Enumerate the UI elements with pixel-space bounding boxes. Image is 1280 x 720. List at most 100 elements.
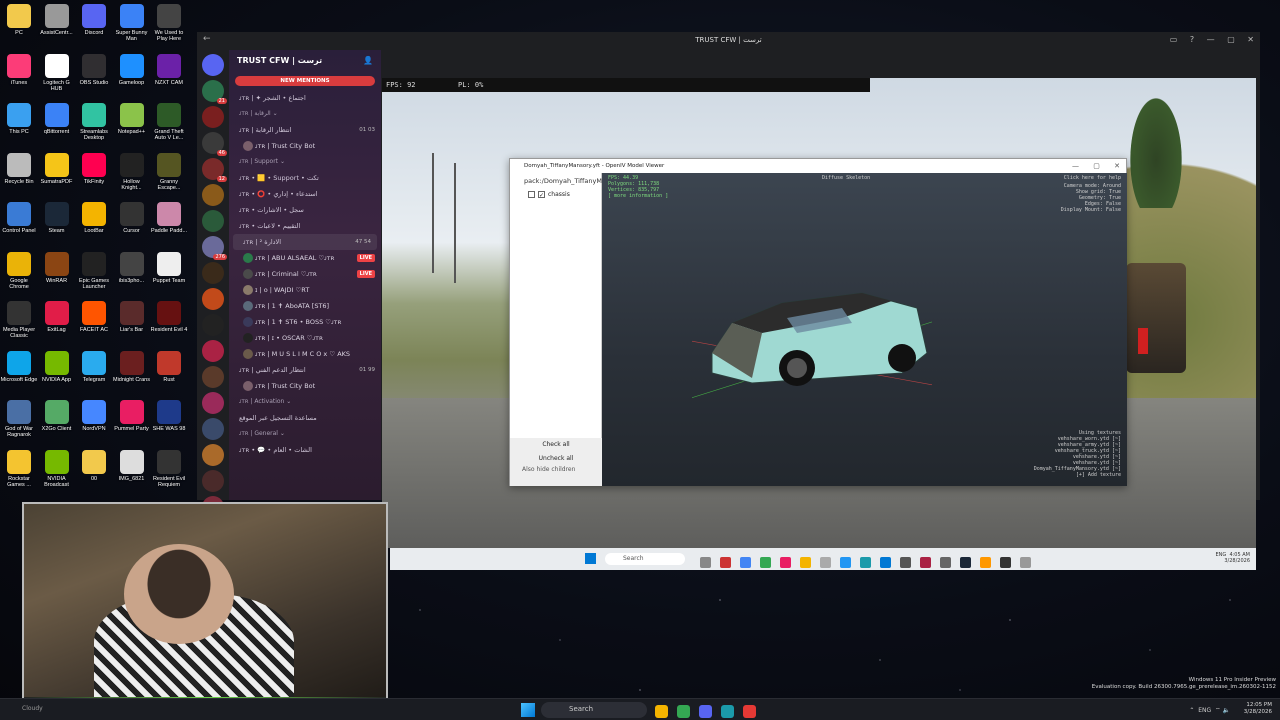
pinned-app-icon[interactable] xyxy=(743,705,756,718)
voice-user[interactable]: ᴊᴛʀ | ɪ • OSCAR ♡ᴊᴛʀ xyxy=(229,330,381,346)
server-icon[interactable] xyxy=(202,314,224,336)
channel-item[interactable]: مساعدة التسجيل عبر الموقع xyxy=(229,410,381,426)
channel-item[interactable]: ᴊᴛʀ • 💬 • الشات • العام xyxy=(229,442,381,458)
tray-lang[interactable]: ENG xyxy=(1198,707,1211,714)
channel-item[interactable]: ᴊᴛʀ • سجل • الاشارات xyxy=(229,202,381,218)
pinned-app-icon[interactable] xyxy=(699,705,712,718)
desktop-icon[interactable]: Microsoft Edge xyxy=(0,350,38,383)
app-icon[interactable] xyxy=(880,557,891,568)
desktop-icon[interactable]: Liar's Bar xyxy=(113,301,151,333)
weather-widget[interactable]: Cloudy xyxy=(22,705,43,712)
app-icon[interactable] xyxy=(700,557,711,568)
desktop-icon[interactable]: Google Chrome xyxy=(0,251,38,290)
model-viewport[interactable]: FPS: 44.39 Polygons: 111,738 Vertices: 835… xyxy=(602,173,1127,486)
help-link[interactable]: Click here for help xyxy=(1064,175,1121,181)
desktop-icon[interactable]: NordVPN xyxy=(75,400,113,432)
desktop-icon[interactable]: Hollow Knight... xyxy=(113,152,151,191)
channel-category[interactable]: ᴊᴛʀ | Support ⌄ xyxy=(229,154,381,170)
new-mentions-pill[interactable]: NEW MENTIONS xyxy=(235,76,375,86)
desktop-icon[interactable]: X2Go Client xyxy=(38,400,76,432)
also-hide-children-checkbox[interactable]: Also hide children xyxy=(510,466,602,473)
server-icon[interactable] xyxy=(202,210,224,232)
pinned-app-icon[interactable] xyxy=(655,705,668,718)
desktop-icon[interactable]: 00 xyxy=(75,449,113,482)
server-icon[interactable] xyxy=(202,54,224,76)
voice-user[interactable]: ᴊᴛʀ | M U S L I M C O x ♡ AKS xyxy=(229,346,381,362)
desktop-icon[interactable]: Grand Theft Auto V Le... xyxy=(150,103,188,141)
pinned-app-icon[interactable] xyxy=(677,705,690,718)
server-icon[interactable]: 21 xyxy=(202,80,227,104)
desktop-icon[interactable]: Rust xyxy=(150,350,188,383)
app-icon[interactable] xyxy=(860,557,871,568)
chevron-up-icon[interactable]: ⌃ xyxy=(1189,707,1194,714)
desktop-icon[interactable]: qBittorrent xyxy=(38,103,76,135)
desktop-icon[interactable]: Logitech G HUB xyxy=(38,53,76,92)
desktop-icon[interactable]: Super Bunny Man xyxy=(113,4,151,42)
captured-search-box[interactable]: Search xyxy=(605,553,685,565)
close-button[interactable]: ✕ xyxy=(1114,162,1120,170)
voice-user[interactable]: ᴊᴛʀ | Trust City Bot xyxy=(229,378,381,394)
maximize-button[interactable]: ▢ xyxy=(1227,35,1235,44)
desktop-icon[interactable]: We Used to Play Here xyxy=(150,4,188,42)
desktop-icon[interactable]: PC xyxy=(0,4,38,36)
desktop-icon[interactable]: Telegram xyxy=(75,350,113,383)
app-icon[interactable] xyxy=(1000,557,1011,568)
server-icon[interactable] xyxy=(202,470,224,492)
desktop-icon[interactable]: Epic Games Launcher xyxy=(75,251,113,290)
desktop-icon[interactable]: Discord xyxy=(75,4,113,36)
desktop-icon[interactable]: NZXT CAM xyxy=(150,53,188,86)
server-icon[interactable] xyxy=(202,418,224,440)
expand-icon[interactable] xyxy=(528,191,535,198)
desktop-icon[interactable]: AssistCentr... xyxy=(38,4,76,36)
server-icon[interactable] xyxy=(202,184,224,206)
desktop-icon[interactable]: Resident Evil Requiem xyxy=(150,449,188,488)
app-icon[interactable] xyxy=(760,557,771,568)
desktop-icon[interactable]: This PC xyxy=(0,103,38,135)
app-icon[interactable] xyxy=(720,557,731,568)
app-icon[interactable] xyxy=(800,557,811,568)
desktop-icon[interactable]: SHE WAS 98 xyxy=(150,400,188,432)
desktop-icon[interactable]: Gameloop xyxy=(113,53,151,86)
app-icon[interactable] xyxy=(780,557,791,568)
app-icon[interactable] xyxy=(820,557,831,568)
desktop-icon[interactable]: NVIDIA Broadcast xyxy=(38,449,76,488)
start-button-icon[interactable] xyxy=(521,703,535,717)
channel-item[interactable]: ᴊᴛʀ • التقييم • لاعبات xyxy=(229,218,381,234)
start-icon[interactable] xyxy=(585,553,596,564)
voice-user[interactable]: ᴊᴛʀ | Criminal ♡ᴊᴛʀ LIVE xyxy=(229,266,381,282)
server-icon[interactable] xyxy=(202,288,224,310)
desktop-icon[interactable]: Control Panel xyxy=(0,202,38,234)
app-icon[interactable] xyxy=(940,557,951,568)
app-icon[interactable] xyxy=(920,557,931,568)
desktop-icon[interactable]: Pummel Party xyxy=(113,400,151,432)
voice-user[interactable]: ᴊᴛʀ | 1 ✝ AboATA [ST6] xyxy=(229,298,381,314)
desktop-icon[interactable]: Midnight Crans xyxy=(113,350,151,383)
voice-user[interactable]: ᴊᴛʀ | 1 ✝ ST6 • BOSS ♡ᴊᴛʀ xyxy=(229,314,381,330)
channel-item[interactable]: ᴊᴛʀ | انتظار الرقابة 01 03 xyxy=(229,122,381,138)
pinned-app-icon[interactable] xyxy=(721,705,734,718)
volume-icon[interactable]: 🔈 xyxy=(1223,707,1230,714)
channel-category[interactable]: ᴊᴛʀ | General ⌄ xyxy=(229,426,381,442)
channel-item[interactable]: ᴊᴛʀ • ⭕ • استدعاء • إداري xyxy=(229,186,381,202)
desktop-icon[interactable]: Rockstar Games ... xyxy=(0,449,38,488)
network-icon[interactable]: ⌔ xyxy=(1215,707,1221,714)
channel-category[interactable]: ᴊᴛʀ | Activation ⌄ xyxy=(229,394,381,410)
desktop-icon[interactable]: OBS Studio xyxy=(75,53,113,86)
view-mode[interactable]: Diffuse Skeleton xyxy=(822,175,870,181)
help-icon[interactable]: ? xyxy=(1190,35,1194,44)
voice-user[interactable]: ᴊᴛʀ | Trust City Bot xyxy=(229,138,381,154)
desktop-icon[interactable]: WinRAR xyxy=(38,251,76,284)
desktop-icon[interactable]: IMG_6821 xyxy=(113,449,151,482)
desktop-icon[interactable]: Media Player Classic xyxy=(0,301,38,339)
minimize-button[interactable]: — xyxy=(1207,35,1215,44)
taskbar-clock[interactable]: 12:05 PM 3/28/2026 xyxy=(1244,702,1272,716)
desktop-icon[interactable]: FACEIT AC xyxy=(75,301,113,333)
server-icon[interactable] xyxy=(202,392,224,414)
server-icon[interactable]: 46 xyxy=(202,132,227,156)
app-icon[interactable] xyxy=(840,557,851,568)
channel-category[interactable]: ᴊᴛʀ | الرقابة ⌄ xyxy=(229,106,381,122)
desktop-icon[interactable]: iTunes xyxy=(0,53,38,86)
server-icon[interactable] xyxy=(202,340,224,362)
desktop-icon[interactable]: NVIDIA App xyxy=(38,350,76,383)
server-icon[interactable]: 276 xyxy=(202,236,227,260)
